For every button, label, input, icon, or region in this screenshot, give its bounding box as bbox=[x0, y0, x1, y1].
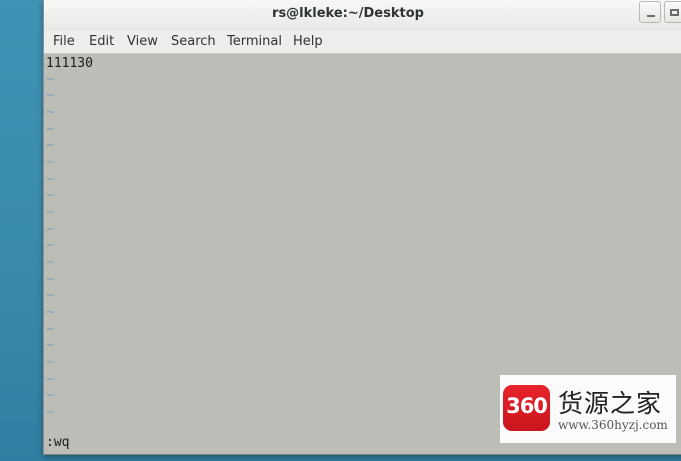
empty-line-marker: ~ bbox=[46, 155, 54, 170]
watermark-brand: 货源之家 bbox=[558, 389, 663, 418]
empty-line-marker: ~ bbox=[46, 388, 54, 403]
empty-line-marker: ~ bbox=[46, 172, 54, 187]
menu-view[interactable]: View bbox=[127, 34, 158, 49]
empty-line-marker: ~ bbox=[46, 255, 54, 270]
maximize-icon bbox=[670, 9, 679, 16]
window-titlebar[interactable]: rs@lkleke:~/Desktop bbox=[44, 0, 681, 31]
empty-line-marker: ~ bbox=[46, 205, 54, 220]
window-title: rs@lkleke:~/Desktop bbox=[272, 6, 424, 21]
empty-line-marker: ~ bbox=[46, 405, 54, 420]
logo-text: 360 bbox=[506, 394, 548, 418]
maximize-button[interactable] bbox=[664, 1, 681, 23]
empty-line-marker: ~ bbox=[46, 122, 54, 137]
empty-line-marker: ~ bbox=[46, 105, 54, 120]
minimize-icon bbox=[647, 15, 655, 17]
empty-line-marker: ~ bbox=[46, 138, 54, 153]
empty-line-marker: ~ bbox=[46, 88, 54, 103]
menu-edit[interactable]: Edit bbox=[89, 34, 114, 49]
menu-terminal[interactable]: Terminal bbox=[227, 34, 282, 49]
empty-line-marker: ~ bbox=[46, 272, 54, 287]
menu-bar: File Edit View Search Terminal Help bbox=[44, 31, 681, 54]
empty-line-marker: ~ bbox=[46, 322, 54, 337]
watermark-url: www.360hyzj.com bbox=[558, 418, 668, 432]
command-line: :wq bbox=[46, 435, 70, 450]
empty-line-marker: ~ bbox=[46, 288, 54, 303]
menu-file[interactable]: File bbox=[53, 34, 75, 49]
empty-line-marker: ~ bbox=[46, 305, 54, 320]
menu-search[interactable]: Search bbox=[171, 34, 216, 49]
360-logo-icon: 360 bbox=[503, 385, 550, 431]
empty-line-marker: ~ bbox=[46, 222, 54, 237]
empty-line-marker: ~ bbox=[46, 238, 54, 253]
buffer-line-1: 111130 bbox=[46, 56, 93, 71]
empty-line-marker: ~ bbox=[46, 188, 54, 203]
empty-line-marker: ~ bbox=[46, 372, 54, 387]
minimize-button[interactable] bbox=[639, 1, 661, 23]
empty-line-marker: ~ bbox=[46, 72, 54, 87]
empty-line-marker: ~ bbox=[46, 338, 54, 353]
menu-help[interactable]: Help bbox=[293, 34, 323, 49]
watermark: 360 货源之家 www.360hyzj.com bbox=[500, 375, 676, 443]
empty-line-marker: ~ bbox=[46, 355, 54, 370]
